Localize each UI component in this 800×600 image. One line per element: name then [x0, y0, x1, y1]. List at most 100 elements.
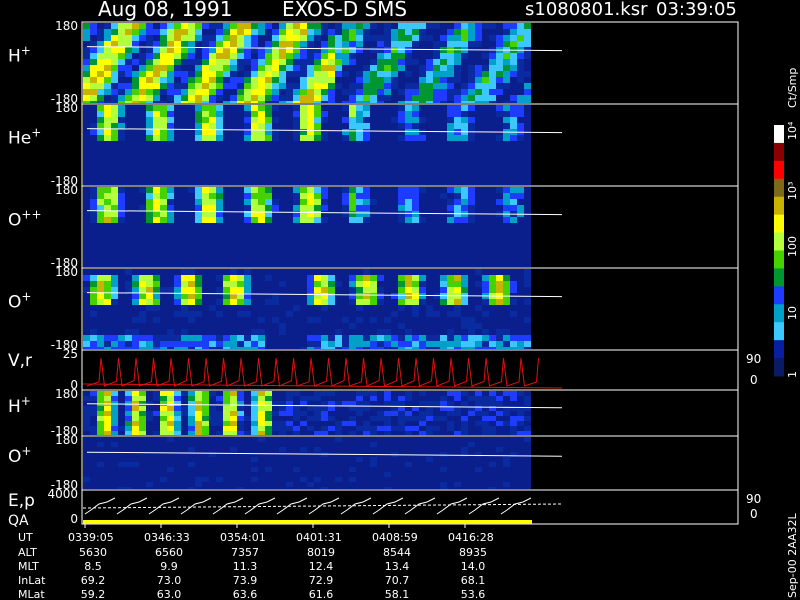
heatmap-cell	[377, 457, 384, 462]
heatmap-cell	[349, 396, 356, 401]
heatmap-cell	[118, 293, 125, 299]
heatmap-cell	[181, 29, 188, 35]
heatmap-cell	[510, 101, 517, 103]
heatmap-cell	[349, 147, 356, 153]
heatmap-cell	[391, 442, 398, 447]
heatmap-cell	[146, 467, 153, 472]
heatmap-cell	[363, 396, 370, 401]
heatmap-cell	[293, 317, 300, 323]
heatmap-cell	[97, 235, 104, 241]
heatmap-cell	[419, 95, 426, 101]
heatmap-cell	[251, 199, 258, 205]
heatmap-cell	[251, 396, 258, 401]
heatmap-cell	[489, 421, 496, 426]
heatmap-cell	[398, 41, 405, 47]
heatmap-cell	[202, 53, 209, 59]
heatmap-cell	[433, 153, 440, 159]
heatmap-cell	[237, 241, 244, 247]
heatmap-cell	[146, 83, 153, 89]
heatmap-cell	[160, 83, 167, 89]
heatmap-cell	[461, 71, 468, 77]
heatmap-cell	[167, 129, 174, 135]
heatmap-cell	[279, 123, 286, 129]
heatmap-cell	[342, 59, 349, 65]
heatmap-cell	[202, 347, 209, 349]
heatmap-cell	[209, 199, 216, 205]
heatmap-cell	[314, 217, 321, 223]
heatmap-cell	[489, 183, 496, 185]
heatmap-cell	[475, 83, 482, 89]
heatmap-cell	[503, 305, 510, 311]
heatmap-cell	[517, 467, 524, 472]
heatmap-cell	[503, 442, 510, 447]
heatmap-cell	[363, 59, 370, 65]
heatmap-cell	[356, 129, 363, 135]
heatmap-cell	[146, 265, 153, 267]
heatmap-cell	[419, 269, 426, 275]
heatmap-cell	[433, 53, 440, 59]
heatmap-cell	[328, 487, 335, 489]
heatmap-cell	[314, 111, 321, 117]
heatmap-cell	[482, 65, 489, 71]
heatmap-cell	[335, 437, 342, 442]
heatmap-cell	[244, 199, 251, 205]
heatmap-cell	[181, 41, 188, 47]
heatmap-cell	[132, 101, 139, 103]
heatmap-cell	[398, 323, 405, 329]
heatmap-cell	[251, 171, 258, 177]
heatmap-cell	[503, 426, 510, 431]
heatmap-cell	[314, 247, 321, 253]
heatmap-cell	[216, 311, 223, 317]
heatmap-cell	[468, 183, 475, 185]
heatmap-cell	[181, 253, 188, 259]
heatmap-cell	[363, 462, 370, 467]
heatmap-cell	[412, 299, 419, 305]
heatmap-cell	[97, 95, 104, 101]
heatmap-cell	[244, 29, 251, 35]
heatmap-cell	[195, 229, 202, 235]
heatmap-cell	[272, 421, 279, 426]
heatmap-cell	[419, 171, 426, 177]
heatmap-cell	[279, 482, 286, 487]
heatmap-cell	[363, 123, 370, 129]
heatmap-cell	[111, 23, 118, 29]
heatmap-cell	[300, 437, 307, 442]
heatmap-cell	[244, 442, 251, 447]
heatmap-cell	[265, 323, 272, 329]
heatmap-cell	[97, 141, 104, 147]
heatmap-cell	[153, 311, 160, 317]
heatmap-cell	[517, 223, 524, 229]
heatmap-cell	[153, 275, 160, 281]
heatmap-cell	[160, 335, 167, 341]
heatmap-cell	[104, 89, 111, 95]
heatmap-cell	[468, 235, 475, 241]
heatmap-cell	[146, 105, 153, 111]
colorbar-segment	[774, 160, 784, 180]
heatmap-cell	[433, 171, 440, 177]
heatmap-cell	[167, 159, 174, 165]
heatmap-cell	[132, 47, 139, 53]
heatmap-cell	[181, 229, 188, 235]
heatmap-cell	[349, 287, 356, 293]
heatmap-cell	[230, 411, 237, 416]
heatmap-cell	[391, 487, 398, 489]
heatmap-cell	[174, 265, 181, 267]
heatmap-cell	[90, 95, 97, 101]
heatmap-cell	[433, 341, 440, 347]
heatmap-cell	[391, 205, 398, 211]
heatmap-cell	[118, 401, 125, 406]
heatmap-cell	[265, 462, 272, 467]
heatmap-cell	[342, 457, 349, 462]
heatmap-cell	[461, 335, 468, 341]
heatmap-cell	[342, 447, 349, 452]
heatmap-cell	[370, 53, 377, 59]
heatmap-cell	[97, 53, 104, 59]
heatmap-cell	[272, 457, 279, 462]
panel-label-5: H+	[8, 394, 31, 417]
heatmap-cell	[279, 117, 286, 123]
heatmap-cell	[496, 135, 503, 141]
heatmap-cell	[482, 147, 489, 153]
heatmap-cell	[391, 341, 398, 347]
heatmap-cell	[209, 477, 216, 482]
heatmap-cell	[461, 89, 468, 95]
